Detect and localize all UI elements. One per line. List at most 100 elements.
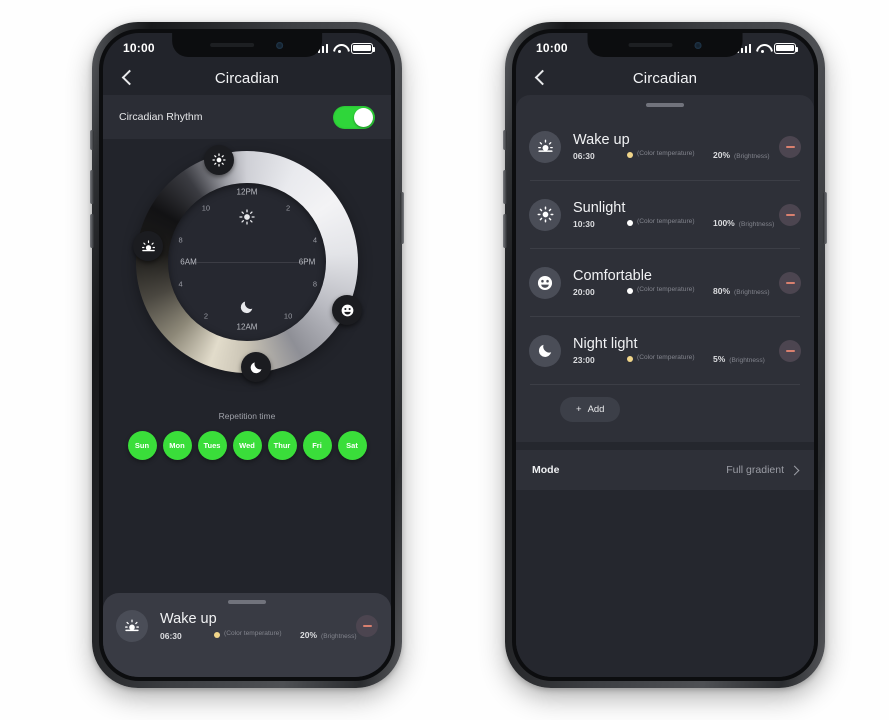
- brightness-label: (Brightness): [734, 153, 770, 161]
- power-button[interactable]: [400, 192, 404, 244]
- schedule-details: Wake up 06:30 (Color temperature) 20% (B…: [160, 611, 357, 641]
- color-temperature-label: (Color temperature): [637, 150, 695, 158]
- day-mon[interactable]: Mon: [162, 431, 192, 460]
- brightness-value: 5%: [713, 354, 726, 365]
- minus-icon: [785, 145, 795, 148]
- dial-tick-8pm: 8: [312, 279, 318, 289]
- dial-tick-6pm: 6PM: [298, 257, 316, 267]
- day-thur[interactable]: Thur: [267, 431, 297, 460]
- color-temperature-swatch: [627, 220, 633, 227]
- status-time: 10:00: [536, 41, 568, 55]
- night-light-handle[interactable]: [241, 352, 271, 382]
- color-temperature-label: (Color temperature): [224, 629, 282, 637]
- smiley-icon: [529, 266, 561, 299]
- add-schedule-button[interactable]: + Add: [560, 397, 621, 422]
- sunlight-handle[interactable]: [204, 145, 234, 175]
- dial-tick-2am: 2: [203, 311, 208, 321]
- color-temperature-swatch: [214, 631, 220, 638]
- screen-right: 10:00 Circadian Wake up 06:30 (Color tem…: [516, 33, 814, 677]
- schedule-time: 23:00: [573, 355, 595, 366]
- schedule-name: Wake up: [573, 131, 630, 148]
- day-sun[interactable]: Sun: [127, 431, 157, 460]
- schedule-time: 10:30: [573, 219, 595, 230]
- schedule-details: Sunlight 10:30 (Color temperature) 100% …: [573, 200, 779, 229]
- schedule-name: Comfortable: [573, 267, 652, 284]
- dial-tick-4am: 4: [178, 279, 183, 289]
- back-button[interactable]: [119, 69, 137, 87]
- comfortable-handle[interactable]: [332, 295, 362, 325]
- circadian-rhythm-toggle[interactable]: [333, 105, 375, 129]
- brightness-label: (Brightness): [734, 289, 770, 297]
- day-tues[interactable]: Tues: [197, 431, 227, 460]
- power-button-right[interactable]: [823, 192, 827, 244]
- day-sat[interactable]: Sat: [337, 431, 367, 460]
- moon-icon: [239, 299, 255, 315]
- mute-switch-button[interactable]: [90, 130, 94, 150]
- color-temperature-swatch: [627, 288, 633, 295]
- dial-tick-8am: 8: [178, 235, 183, 245]
- screenshot-stage: 10:00 Circadian Circadian Rhythm 12PM 2 …: [0, 0, 889, 720]
- brightness-group: 100% (Brightness): [713, 218, 774, 228]
- dial-tick-12am: 12AM: [236, 322, 258, 332]
- day-fri[interactable]: Fri: [302, 431, 332, 460]
- sheet-grabber-handle[interactable]: [646, 103, 684, 107]
- circadian-rhythm-label: Circadian Rhythm: [119, 111, 203, 123]
- status-indicators: [313, 42, 376, 54]
- mode-row[interactable]: Mode Full gradient: [516, 450, 814, 490]
- mute-switch-button-right[interactable]: [503, 130, 507, 150]
- schedule-item-night-light[interactable]: Night light 23:00 (Color temperature) 5%…: [516, 317, 814, 384]
- schedule-item-wake-up[interactable]: Wake up 06:30 (Color temperature) 20% (B…: [103, 610, 391, 642]
- right-content: Wake up 06:30 (Color temperature) 20% (B…: [516, 95, 814, 677]
- sheet-grabber-handle[interactable]: [228, 600, 266, 604]
- delete-schedule-button[interactable]: [779, 271, 801, 294]
- battery-full-icon: [351, 42, 376, 54]
- add-button-area: + Add: [516, 385, 814, 438]
- brightness-label: (Brightness): [321, 632, 357, 640]
- color-temperature-label: (Color temperature): [637, 218, 695, 226]
- color-temperature-group: (Color temperature): [214, 630, 300, 638]
- front-camera-icon: [694, 41, 702, 49]
- circadian-rhythm-row[interactable]: Circadian Rhythm: [103, 95, 391, 139]
- minus-icon: [785, 349, 795, 352]
- circadian-dial-area: 12PM 2 4 6PM 8 10 12AM 2 4 6AM 8 10: [103, 139, 391, 407]
- dial-horizon-line: [190, 262, 304, 263]
- volume-up-button[interactable]: [90, 170, 94, 204]
- sun-icon: [529, 198, 561, 231]
- schedule-item-wake-up[interactable]: Wake up 06:30 (Color temperature) 20% (B…: [516, 113, 814, 180]
- volume-down-button-right[interactable]: [503, 214, 507, 248]
- schedule-details: Night light 23:00 (Color temperature) 5%…: [573, 336, 779, 365]
- schedule-name: Sunlight: [573, 199, 626, 216]
- circadian-dial[interactable]: 12PM 2 4 6PM 8 10 12AM 2 4 6AM 8 10: [133, 145, 362, 382]
- delete-schedule-button[interactable]: [779, 339, 801, 362]
- schedule-list: Wake up 06:30 (Color temperature) 20% (B…: [516, 113, 814, 442]
- schedule-item-sunlight[interactable]: Sunlight 10:30 (Color temperature) 100% …: [516, 181, 814, 248]
- mode-label: Mode: [532, 464, 560, 476]
- schedule-name: Wake up: [160, 611, 217, 628]
- bottom-sheet[interactable]: Wake up 06:30 (Color temperature) 20% (B…: [103, 593, 391, 677]
- minus-icon: [362, 625, 372, 627]
- wifi-icon: [756, 43, 769, 53]
- schedule-time: 06:30: [160, 630, 182, 641]
- color-temperature-group: (Color temperature): [627, 286, 713, 295]
- volume-down-button[interactable]: [90, 214, 94, 248]
- notch-right: [587, 33, 743, 57]
- color-temperature-group: (Color temperature): [627, 354, 713, 363]
- mode-value-group: Full gradient: [726, 464, 800, 476]
- brightness-group: 80% (Brightness): [713, 286, 770, 296]
- minus-icon: [785, 281, 795, 284]
- brightness-value: 80%: [713, 286, 731, 297]
- volume-up-button-right[interactable]: [503, 170, 507, 204]
- schedule-item-comfortable[interactable]: Comfortable 20:00 (Color temperature) 80…: [516, 249, 814, 316]
- delete-schedule-button[interactable]: [356, 615, 378, 637]
- delete-schedule-button[interactable]: [779, 135, 801, 158]
- minus-icon: [785, 213, 795, 216]
- color-temperature-group: (Color temperature): [627, 150, 713, 159]
- day-wed[interactable]: Wed: [232, 431, 262, 460]
- back-button[interactable]: [532, 69, 550, 87]
- delete-schedule-button[interactable]: [779, 203, 801, 226]
- add-button-label: Add: [587, 404, 605, 415]
- phone-bezel-right: 10:00 Circadian Wake up 06:30 (Color tem…: [512, 29, 818, 681]
- chevron-right-icon: [789, 465, 800, 475]
- dial-tick-6am: 6AM: [180, 257, 197, 267]
- wake-up-handle[interactable]: [133, 231, 163, 261]
